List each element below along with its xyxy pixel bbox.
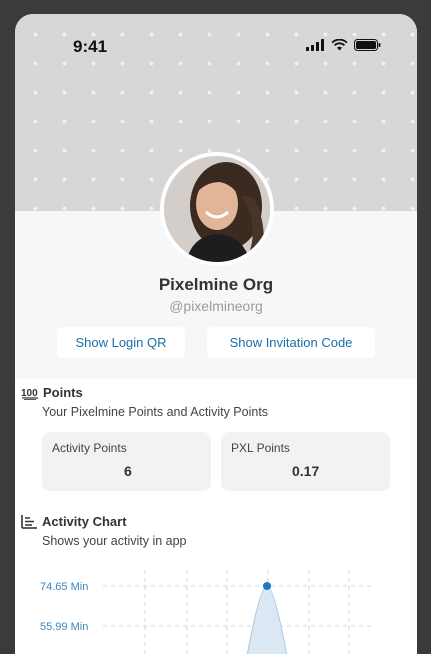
battery-icon xyxy=(354,39,381,51)
hundred-points-icon: 100 xyxy=(21,388,38,400)
avatar xyxy=(160,152,274,266)
activity-chart-header: Activity Chart xyxy=(21,514,127,529)
avatar-photo xyxy=(164,156,270,262)
bar-chart-icon xyxy=(21,514,37,529)
pxl-points-card: PXL Points 0.17 xyxy=(221,432,390,491)
activity-chart-title: Activity Chart xyxy=(42,514,127,529)
points-subtitle: Your Pixelmine Points and Activity Point… xyxy=(42,405,269,419)
pxl-points-label: PXL Points xyxy=(231,441,290,455)
device-frame: 9:41 Pixelmine Org @pixelmineorg Show Lo… xyxy=(0,0,431,654)
wifi-icon xyxy=(331,39,348,51)
signal-icon xyxy=(306,39,324,51)
points-title: Points xyxy=(43,385,83,400)
profile-handle: @pixelmineorg xyxy=(169,298,263,314)
chart-grid xyxy=(103,570,375,654)
app-screen: 9:41 Pixelmine Org @pixelmineorg Show Lo… xyxy=(15,14,417,654)
status-icons xyxy=(306,39,381,51)
activity-points-value: 6 xyxy=(124,463,132,479)
activity-area xyxy=(246,585,288,654)
y-tick-label: 55.99 Min xyxy=(40,621,88,633)
activity-points-card: Activity Points 6 xyxy=(42,432,211,491)
status-time: 9:41 xyxy=(73,37,108,56)
show-login-qr-button[interactable]: Show Login QR xyxy=(57,327,185,358)
activity-chart: 74.65 Min 55.99 Min xyxy=(40,570,375,654)
status-bar: 9:41 xyxy=(15,34,417,58)
activity-peak-point xyxy=(263,582,271,590)
activity-points-label: Activity Points xyxy=(52,441,127,455)
activity-chart-subtitle: Shows your activity in app xyxy=(42,534,187,548)
y-tick-label: 74.65 Min xyxy=(40,581,88,593)
points-header: 100 Points xyxy=(21,385,83,400)
profile-name: Pixelmine Org xyxy=(158,275,274,294)
show-invitation-code-button[interactable]: Show Invitation Code xyxy=(207,327,375,358)
svg-text:100: 100 xyxy=(21,388,38,399)
pxl-points-value: 0.17 xyxy=(292,463,320,479)
